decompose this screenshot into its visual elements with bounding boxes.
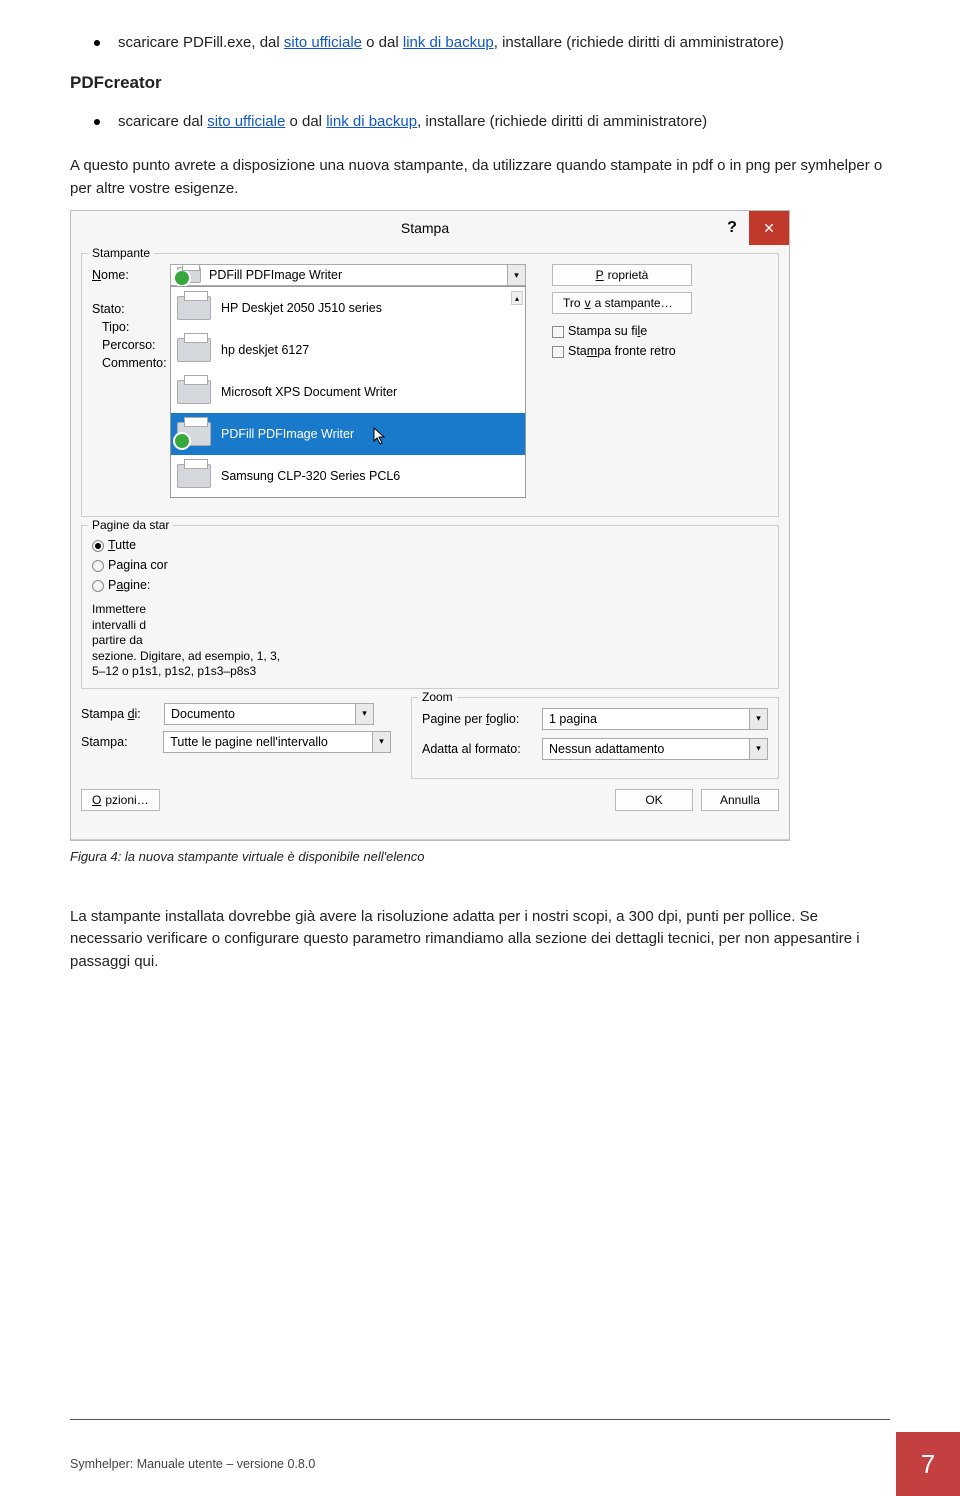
radio-tutte[interactable]: Tutte: [92, 538, 197, 552]
bullet-list-1: scaricare PDFill.exe, dal sito ufficiale…: [70, 32, 890, 55]
printer-dropdown: ▴ HP Deskjet 2050 J510 series hp deskjet…: [170, 286, 526, 498]
fronte-retro-checkbox[interactable]: Stampa fronte retro: [552, 344, 768, 358]
ok-button[interactable]: OK: [615, 789, 693, 811]
stampante-group: Stampante Nome: PDFill PDFImage Writer ▾: [81, 253, 779, 517]
paragraph-intro: A questo punto avrete a disposizione una…: [70, 155, 890, 200]
stampa-su-file-checkbox[interactable]: Stampa su file: [552, 324, 768, 338]
chevron-down-icon[interactable]: ▾: [372, 732, 390, 752]
text-post: , installare (richiede diritti di ammini…: [494, 34, 784, 51]
text-pre2: scaricare dal: [118, 113, 207, 130]
radio-pagina-corrente[interactable]: Pagina cor: [92, 558, 197, 572]
annulla-button[interactable]: Annulla: [701, 789, 779, 811]
radio-pagine[interactable]: Pagine:: [92, 578, 197, 592]
stampa-label: Stampa:: [81, 735, 155, 749]
printer-icon: [177, 464, 211, 488]
help-button[interactable]: ?: [715, 211, 749, 245]
printer-icon: [177, 338, 211, 362]
bullet-list-2: scaricare dal sito ufficiale o dal link …: [70, 111, 890, 134]
link-backup-2[interactable]: link di backup: [326, 113, 417, 130]
nome-label: N: [92, 268, 101, 282]
title-bar: Stampa ? ✕: [71, 211, 789, 245]
text-post2: , installare (richiede diritti di ammini…: [417, 113, 707, 130]
chevron-down-icon[interactable]: ▾: [355, 704, 373, 724]
pagine-group-label: Pagine da star: [88, 518, 173, 532]
printer-icon: [177, 296, 211, 320]
heading-pdfcreator: PDFcreator: [70, 73, 890, 93]
footer-text: Symhelper: Manuale utente – versione 0.8…: [0, 1457, 896, 1471]
figure-caption: Figura 4: la nuova stampante virtuale è …: [70, 849, 890, 864]
link-sito-ufficiale-2[interactable]: sito ufficiale: [207, 113, 285, 130]
printer-combo[interactable]: PDFill PDFImage Writer ▾ ▴ HP Deskjet 20…: [170, 264, 526, 286]
stato-label: Stato:: [92, 302, 164, 316]
zoom-group: Zoom Pagine per foglio: 1 pagina ▾ Adatt…: [411, 697, 779, 779]
adatta-label: Adatta al formato:: [422, 742, 542, 756]
print-dialog: Stampa ? ✕ Stampante Nome: PDFill PDFIma…: [70, 210, 790, 841]
printer-icon: [177, 267, 201, 283]
text-pre: scaricare PDFill.exe, dal: [118, 34, 284, 51]
bullet-pdfcreator: scaricare dal sito ufficiale o dal link …: [70, 111, 890, 134]
stampa-di-combo[interactable]: Documento ▾: [164, 703, 374, 725]
pagine-group: Pagine da star Tutte Pagina cor Pagine: …: [81, 525, 779, 689]
chevron-down-icon[interactable]: ▾: [749, 709, 767, 729]
page-number: 7: [896, 1432, 960, 1496]
percorso-label: Percorso:: [102, 338, 156, 352]
stampa-combo[interactable]: Tutte le pagine nell'intervallo ▾: [163, 731, 391, 753]
page-footer: Symhelper: Manuale utente – versione 0.8…: [0, 1419, 960, 1496]
pagine-per-foglio-combo[interactable]: 1 pagina ▾: [542, 708, 768, 730]
zoom-label: Zoom: [418, 690, 457, 704]
commento-label: Commento:: [102, 356, 167, 370]
printer-icon: [177, 422, 211, 446]
stampante-group-label: Stampante: [88, 246, 154, 260]
printer-selected-value: PDFill PDFImage Writer: [209, 268, 342, 282]
paragraph-after: La stampante installata dovrebbe già ave…: [70, 906, 890, 974]
dialog-title: Stampa: [135, 211, 715, 245]
bullet-pdfill: scaricare PDFill.exe, dal sito ufficiale…: [70, 32, 890, 55]
opzioni-button[interactable]: Opzioni…: [81, 789, 160, 811]
text-mid2: o dal: [285, 113, 326, 130]
link-backup[interactable]: link di backup: [403, 34, 494, 51]
chevron-down-icon[interactable]: ▾: [507, 265, 525, 285]
chevron-down-icon[interactable]: ▾: [749, 739, 767, 759]
pagine-note: Immettere intervalli d partire da sezion…: [92, 598, 768, 680]
close-button[interactable]: ✕: [749, 211, 789, 245]
proprieta-button[interactable]: Proprietà: [552, 264, 692, 286]
printer-option[interactable]: HP Deskjet 2050 J510 series: [171, 287, 525, 329]
link-sito-ufficiale[interactable]: sito ufficiale: [284, 34, 362, 51]
tipo-label: Tipo:: [102, 320, 129, 334]
printer-option[interactable]: Microsoft XPS Document Writer: [171, 371, 525, 413]
cursor-icon: [373, 427, 387, 445]
printer-option[interactable]: Samsung CLP-320 Series PCL6: [171, 455, 525, 497]
printer-option-selected[interactable]: PDFill PDFImage Writer: [171, 413, 525, 455]
scroll-up-icon[interactable]: ▴: [511, 291, 523, 305]
printer-option[interactable]: hp deskjet 6127: [171, 329, 525, 371]
trova-stampante-button[interactable]: Trova stampante…: [552, 292, 692, 314]
text-mid: o dal: [362, 34, 403, 51]
printer-icon: [177, 380, 211, 404]
adatta-combo[interactable]: Nessun adattamento ▾: [542, 738, 768, 760]
